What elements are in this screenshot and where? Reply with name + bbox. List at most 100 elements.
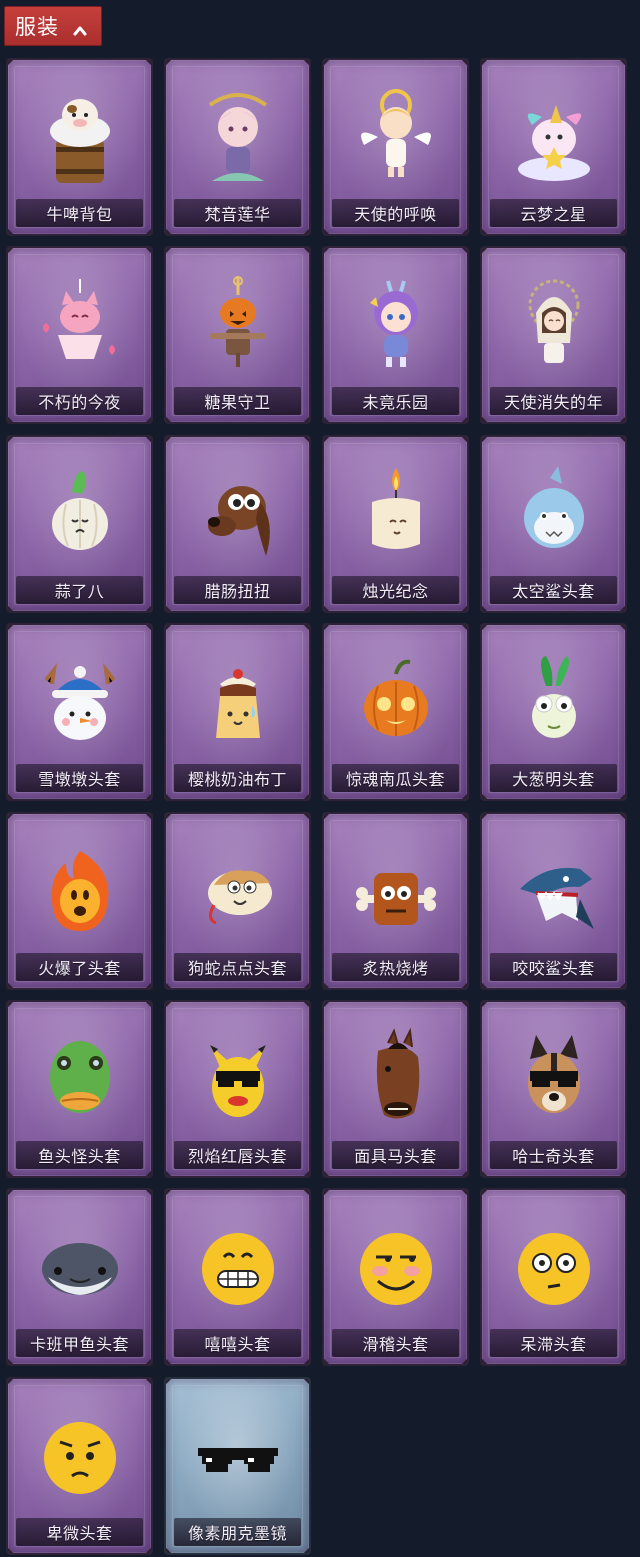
- pumpkin-head-icon: [348, 645, 444, 755]
- card-corner-ornament: [324, 981, 331, 988]
- costume-item-card[interactable]: 呆滞头套: [480, 1188, 627, 1366]
- card-corner-ornament: [324, 1357, 331, 1364]
- costume-item-card[interactable]: 未竟乐园: [322, 246, 469, 424]
- costume-item-label: 卑微头套: [46, 1524, 113, 1543]
- costume-item-label: 糖果守卫: [204, 393, 271, 412]
- costume-item-label: 呆滞头套: [520, 1335, 587, 1354]
- card-corner-ornament: [302, 437, 309, 444]
- costume-item-label: 咬咬鲨头套: [512, 959, 595, 978]
- garlic-head-icon: [32, 457, 128, 567]
- card-corner-ornament: [8, 604, 15, 611]
- costume-item-card[interactable]: 腊肠扭扭: [164, 435, 311, 613]
- card-corner-ornament: [618, 981, 625, 988]
- card-label-bar: 樱桃奶油布丁: [174, 764, 301, 792]
- costume-item-card[interactable]: 哈士奇头套: [480, 1000, 627, 1178]
- costume-item-card[interactable]: 大葱明头套: [480, 623, 627, 801]
- card-corner-ornament: [144, 625, 151, 632]
- card-corner-ornament: [460, 981, 467, 988]
- humble-emoji-head-icon: [32, 1399, 128, 1509]
- card-corner-ornament: [482, 814, 489, 821]
- card-corner-ornament: [324, 625, 331, 632]
- card-label-bar: 面具马头套: [332, 1141, 459, 1169]
- card-corner-ornament: [8, 60, 15, 67]
- card-corner-ornament: [144, 1002, 151, 1009]
- costume-item-card[interactable]: 狗蛇点点头套: [164, 812, 311, 990]
- pumpkin-scarecrow-icon: [190, 268, 286, 378]
- costume-item-label: 樱桃奶油布丁: [187, 770, 287, 789]
- costume-item-card[interactable]: 天使消失的年: [480, 246, 627, 424]
- costume-item-card[interactable]: 天使的呼唤: [322, 58, 469, 236]
- costume-item-card[interactable]: 惊魂南瓜头套: [322, 623, 469, 801]
- dachshund-head-icon: [190, 457, 286, 567]
- card-corner-ornament: [302, 1357, 309, 1364]
- card-label-bar: 惊魂南瓜头套: [332, 764, 459, 792]
- card-label-bar: 梵音莲华: [174, 199, 301, 227]
- costume-item-card[interactable]: 火爆了头套: [6, 812, 153, 990]
- costume-item-label: 嘻嘻头套: [204, 1335, 271, 1354]
- card-corner-ornament: [166, 415, 173, 422]
- costume-item-card[interactable]: 雪墩墩头套: [6, 623, 153, 801]
- card-corner-ornament: [166, 625, 173, 632]
- card-corner-ornament: [618, 625, 625, 632]
- card-corner-ornament: [144, 1546, 151, 1553]
- costume-item-label: 不朽的今夜: [38, 393, 121, 412]
- costume-item-card[interactable]: 滑稽头套: [322, 1188, 469, 1366]
- category-tab-costume[interactable]: 服装: [4, 6, 102, 46]
- costume-item-card[interactable]: 咬咬鲨头套: [480, 812, 627, 990]
- card-corner-ornament: [166, 792, 173, 799]
- costume-item-card[interactable]: 炙热烧烤: [322, 812, 469, 990]
- pudding-head-icon: [190, 645, 286, 755]
- costume-item-card[interactable]: 蒜了八: [6, 435, 153, 613]
- pixel-sunglasses-icon: [190, 1399, 286, 1509]
- card-corner-ornament: [166, 1002, 173, 1009]
- card-corner-ornament: [144, 1169, 151, 1176]
- pink-fox-icon: [32, 268, 128, 378]
- costume-item-card[interactable]: 嘻嘻头套: [164, 1188, 311, 1366]
- card-corner-ornament: [618, 1357, 625, 1364]
- card-corner-ornament: [8, 1190, 15, 1197]
- card-corner-ornament: [166, 227, 173, 234]
- card-label-bar: 牛啤背包: [16, 199, 143, 227]
- card-corner-ornament: [618, 248, 625, 255]
- costume-item-card[interactable]: 太空鲨头套: [480, 435, 627, 613]
- costume-item-label: 面具马头套: [354, 1147, 437, 1166]
- card-corner-ornament: [8, 248, 15, 255]
- costume-item-card[interactable]: 面具马头套: [322, 1000, 469, 1178]
- card-corner-ornament: [482, 981, 489, 988]
- card-corner-ornament: [302, 415, 309, 422]
- costume-item-card[interactable]: 不朽的今夜: [6, 246, 153, 424]
- costume-item-card[interactable]: 糖果守卫: [164, 246, 311, 424]
- costume-item-label: 蒜了八: [54, 582, 105, 601]
- card-corner-ornament: [618, 60, 625, 67]
- card-corner-ornament: [302, 1002, 309, 1009]
- card-corner-ornament: [482, 1190, 489, 1197]
- red-lips-head-icon: [190, 1022, 286, 1132]
- card-corner-ornament: [460, 227, 467, 234]
- space-shark-head-icon: [506, 457, 602, 567]
- dog-snake-head-icon: [190, 834, 286, 944]
- card-corner-ornament: [302, 227, 309, 234]
- card-label-bar: 卑微头套: [16, 1518, 143, 1546]
- card-corner-ornament: [166, 981, 173, 988]
- card-corner-ornament: [324, 248, 331, 255]
- costume-item-card[interactable]: 云梦之星: [480, 58, 627, 236]
- costume-item-card[interactable]: 烛光纪念: [322, 435, 469, 613]
- card-corner-ornament: [618, 415, 625, 422]
- costume-item-label: 天使消失的年: [503, 393, 603, 412]
- costume-item-card[interactable]: 像素朋克墨镜: [164, 1377, 311, 1555]
- costume-item-card[interactable]: 鱼头怪头套: [6, 1000, 153, 1178]
- costume-item-card[interactable]: 梵音莲华: [164, 58, 311, 236]
- smirk-emoji-head-icon: [348, 1210, 444, 1320]
- card-corner-ornament: [618, 1169, 625, 1176]
- card-corner-ornament: [324, 792, 331, 799]
- costume-item-card[interactable]: 烈焰红唇头套: [164, 1000, 311, 1178]
- costume-item-label: 烈焰红唇头套: [187, 1147, 287, 1166]
- card-corner-ornament: [324, 1190, 331, 1197]
- costume-item-card[interactable]: 卑微头套: [6, 1377, 153, 1555]
- card-corner-ornament: [324, 1169, 331, 1176]
- card-corner-ornament: [460, 437, 467, 444]
- costume-item-card[interactable]: 樱桃奶油布丁: [164, 623, 311, 801]
- costume-item-card[interactable]: 卡班甲鱼头套: [6, 1188, 153, 1366]
- card-corner-ornament: [482, 1169, 489, 1176]
- costume-item-card[interactable]: 牛啤背包: [6, 58, 153, 236]
